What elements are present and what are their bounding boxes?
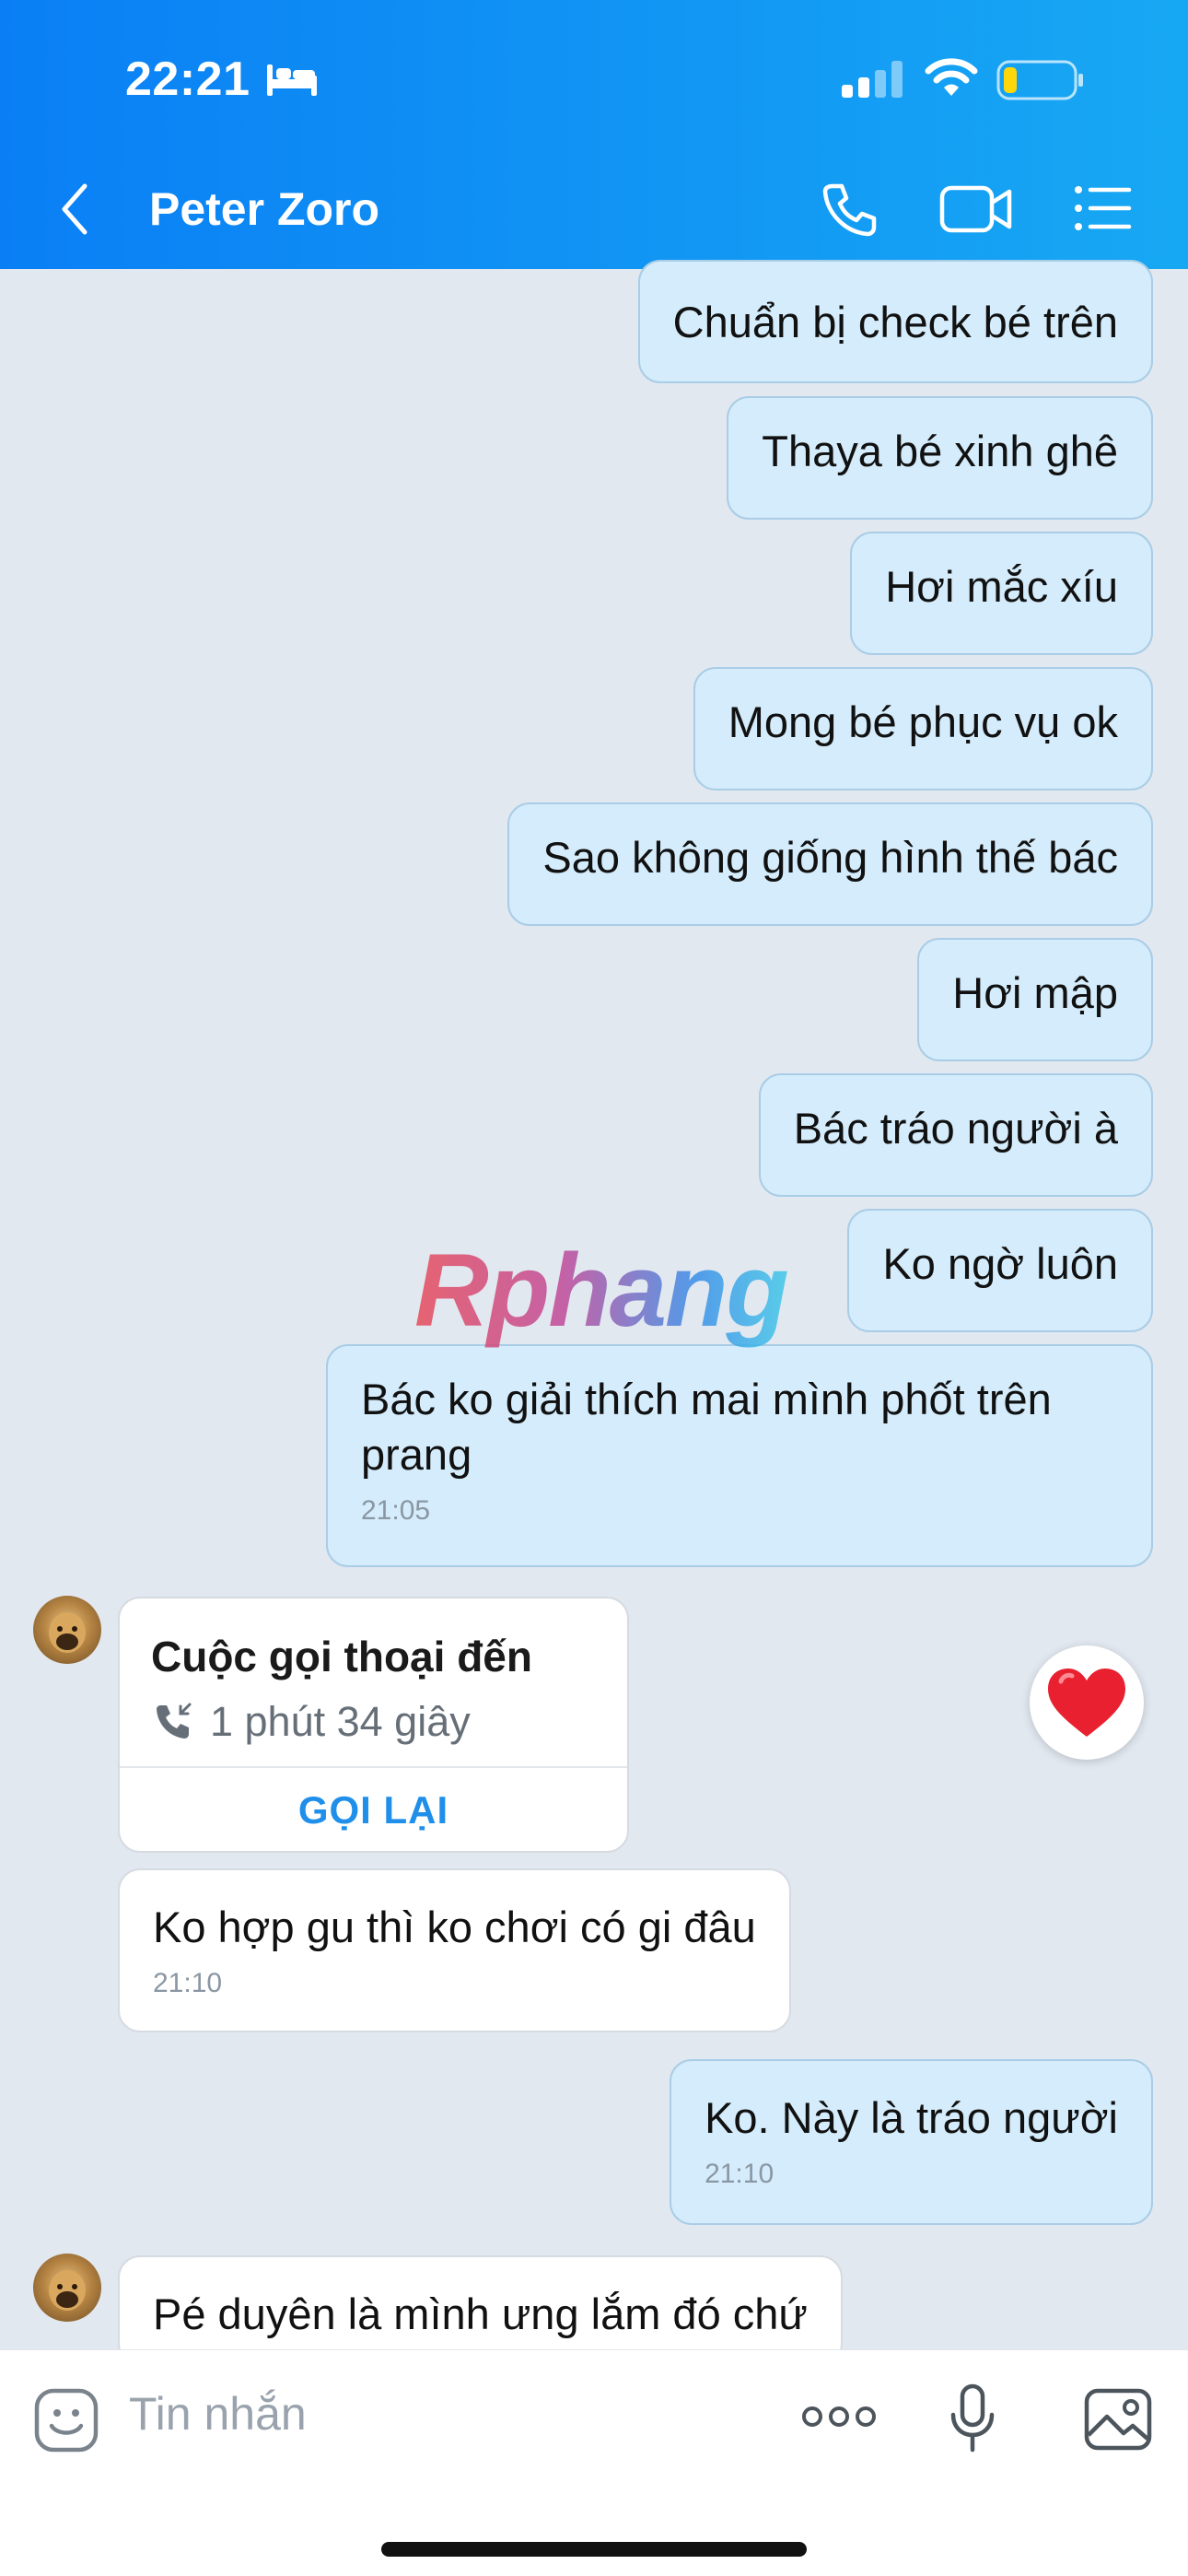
message-text: Sao không giống hình thế bác — [542, 833, 1118, 882]
message-time: 21:05 — [361, 1495, 431, 1526]
signal-icon — [842, 61, 903, 98]
avatar-image — [49, 1612, 86, 1653]
message-text: Ko. Này là tráo người — [705, 2093, 1118, 2142]
incoming-call-card: Cuộc gọi thoại đến 1 phút 34 giây GỌI LẠ… — [118, 1597, 629, 1853]
message-bubble-outgoing[interactable]: Chuẩn bị check bé trên — [637, 260, 1153, 383]
bed-icon — [267, 64, 317, 96]
message-bubble-outgoing[interactable]: Hơi mập — [917, 938, 1153, 1061]
home-indicator — [381, 2542, 807, 2557]
message-text: Mong bé phục vụ ok — [728, 697, 1118, 746]
message-input-bar: Tin nhắn — [0, 2349, 1188, 2576]
message-bubble-incoming[interactable]: Ko hợp gu thì ko chơi có gi đâu 21:10 — [118, 1868, 791, 2032]
message-bubble-outgoing[interactable]: Sao không giống hình thế bác — [507, 802, 1153, 926]
phone-icon[interactable] — [820, 181, 879, 240]
message-time: 21:10 — [705, 2159, 775, 2189]
image-icon[interactable] — [1083, 2387, 1153, 2452]
chat-header: 22:21 Peter Zoro — [0, 0, 1188, 269]
message-bubble-outgoing[interactable]: Thaya bé xinh ghê — [727, 396, 1153, 520]
message-text: Bác tráo người à — [793, 1104, 1118, 1153]
message-bubble-outgoing[interactable]: Hơi mắc xíu — [850, 532, 1153, 655]
message-bubble-outgoing[interactable]: Bác ko giải thích mai mình phốt trên pra… — [326, 1344, 1153, 1567]
emoji-icon[interactable] — [33, 2387, 99, 2453]
message-text: Hơi mập — [952, 968, 1118, 1017]
back-icon[interactable] — [59, 182, 90, 236]
message-text: Ko hợp gu thì ko chơi có gi đâu — [153, 1903, 756, 1951]
list-icon[interactable] — [1074, 184, 1133, 232]
heart-reaction[interactable] — [1030, 1645, 1144, 1760]
avatar-image — [49, 2270, 86, 2311]
call-duration: 1 phút 34 giây — [210, 1698, 471, 1745]
battery-icon — [996, 60, 1083, 100]
message-time: 21:10 — [153, 1968, 223, 1998]
message-input[interactable]: Tin nhắn — [129, 2387, 307, 2441]
message-bubble-outgoing[interactable]: Ko ngờ luôn — [847, 1209, 1153, 1332]
message-text: Bác ko giải thích mai mình phốt trên pra… — [361, 1375, 1052, 1479]
status-time: 22:21 — [125, 53, 250, 106]
wifi-icon — [925, 58, 978, 96]
mic-icon[interactable] — [949, 2383, 996, 2453]
callback-button[interactable]: GỌI LẠI — [120, 1768, 627, 1853]
avatar[interactable] — [33, 2254, 101, 2322]
call-title: Cuộc gọi thoại đến — [151, 1633, 532, 1680]
more-icon[interactable] — [801, 2404, 877, 2430]
message-text: Pé duyên là mình ưng lắm đó chứ — [153, 2289, 808, 2338]
message-text: Thaya bé xinh ghê — [762, 427, 1118, 475]
message-text: Ko ngờ luôn — [882, 1239, 1118, 1288]
message-bubble-outgoing[interactable]: Mong bé phục vụ ok — [693, 667, 1153, 790]
heart-icon — [1048, 1669, 1125, 1737]
video-icon[interactable] — [939, 182, 1013, 236]
contact-name[interactable]: Peter Zoro — [149, 182, 379, 236]
message-bubble-outgoing[interactable]: Bác tráo người à — [758, 1073, 1153, 1197]
watermark-logo: Rphang — [414, 1233, 789, 1348]
message-bubble-outgoing[interactable]: Ko. Này là tráo người 21:10 — [670, 2059, 1153, 2225]
avatar[interactable] — [33, 1596, 101, 1664]
incoming-call-icon — [157, 1703, 192, 1739]
message-text: Hơi mắc xíu — [885, 562, 1118, 611]
message-text: Chuẩn bị check bé trên — [672, 298, 1118, 346]
